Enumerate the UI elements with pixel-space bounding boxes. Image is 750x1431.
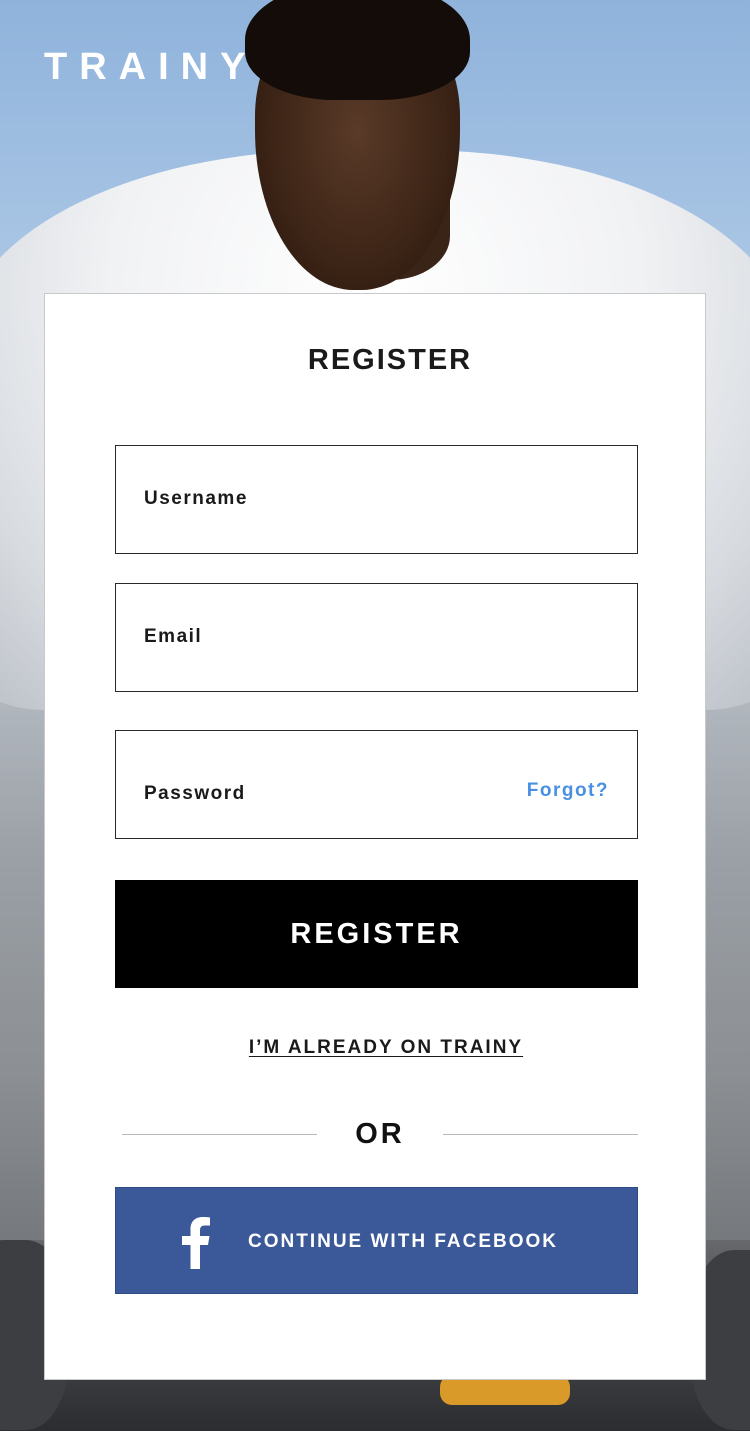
or-divider: OR	[122, 1114, 638, 1154]
facebook-icon	[182, 1217, 210, 1269]
password-field[interactable]: Password Forgot?	[115, 730, 638, 839]
register-card: REGISTER Username Email Password Forgot?…	[44, 293, 706, 1380]
password-label: Password	[144, 783, 246, 804]
email-label: Email	[144, 626, 203, 647]
forgot-password-link[interactable]: Forgot?	[527, 779, 609, 803]
username-field[interactable]: Username	[115, 445, 638, 554]
athlete-hair	[245, 0, 470, 100]
register-button-label: REGISTER	[290, 917, 463, 950]
brand-logo: TRAINY	[44, 46, 258, 88]
card-title: REGISTER	[307, 344, 473, 376]
register-button[interactable]: REGISTER	[115, 880, 638, 988]
or-text: OR	[355, 1118, 405, 1150]
already-on-trainy-link[interactable]: I’M ALREADY ON TRAINY	[45, 1036, 727, 1060]
email-field[interactable]: Email	[115, 583, 638, 692]
divider-line-right	[443, 1134, 638, 1135]
divider-line-left	[122, 1134, 317, 1135]
continue-with-facebook-button[interactable]: CONTINUE WITH FACEBOOK	[115, 1187, 638, 1294]
facebook-button-label: CONTINUE WITH FACEBOOK	[248, 1230, 558, 1252]
username-label: Username	[144, 488, 248, 509]
